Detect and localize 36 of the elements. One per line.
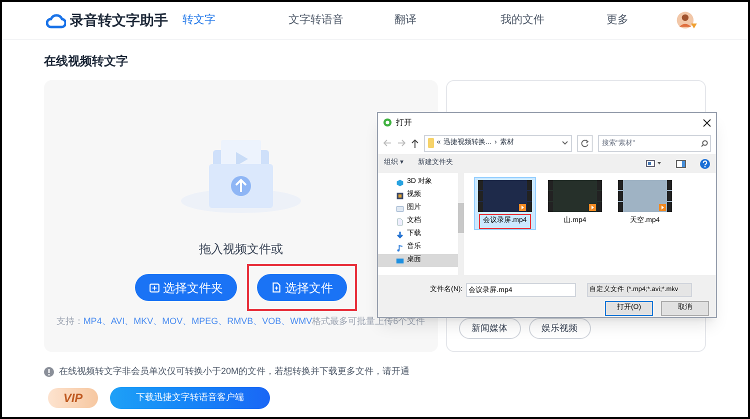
- picture-icon: [396, 204, 404, 212]
- nav-tab[interactable]: 更多: [606, 12, 676, 29]
- search-icon: [701, 140, 708, 146]
- play-badge-icon: [519, 204, 526, 211]
- drop-prompt: 拖入视频文件或: [198, 241, 283, 258]
- preview-pane-icon[interactable]: [676, 160, 686, 168]
- page-title: 在线视频转文字: [44, 53, 128, 70]
- notice-text: 在线视频转文字非会员单次仅可转换小于20M的文件，若想转换并下载更多文件，请开通: [59, 365, 410, 378]
- desktop-icon: [396, 256, 404, 264]
- play-badge-icon: [589, 204, 596, 211]
- document-icon: [396, 218, 404, 226]
- refresh-icon[interactable]: [577, 134, 594, 152]
- music-icon: [396, 244, 404, 252]
- view-options-icon[interactable]: [646, 160, 662, 167]
- folder-add-icon: [148, 282, 160, 293]
- dialog-title: 打开: [396, 116, 412, 128]
- play-badge-icon: [659, 204, 666, 211]
- nav-tab[interactable]: 我的文件: [500, 12, 570, 29]
- help-icon[interactable]: [700, 158, 710, 168]
- folder-icon: [428, 138, 434, 148]
- file-add-icon: [270, 282, 282, 293]
- nav-tab[interactable]: 转文字: [182, 12, 252, 29]
- cloud-logo-icon: [46, 12, 66, 28]
- video-icon: [396, 192, 404, 200]
- info-icon: [44, 366, 54, 377]
- cube-icon: [396, 178, 404, 186]
- app-name: 录音转文字助手: [70, 11, 168, 30]
- nav-tab[interactable]: 翻译: [394, 12, 464, 29]
- close-icon[interactable]: [703, 118, 711, 126]
- chevron-down-icon[interactable]: [562, 141, 568, 145]
- app-icon: [383, 118, 392, 127]
- select-file-button[interactable]: 选择文件: [256, 274, 347, 301]
- download-icon: [396, 230, 404, 238]
- up-arrow-icon[interactable]: [410, 138, 419, 148]
- nav-tab[interactable]: 文字转语音: [288, 12, 358, 29]
- select-folder-button[interactable]: 选择文件夹: [134, 274, 237, 301]
